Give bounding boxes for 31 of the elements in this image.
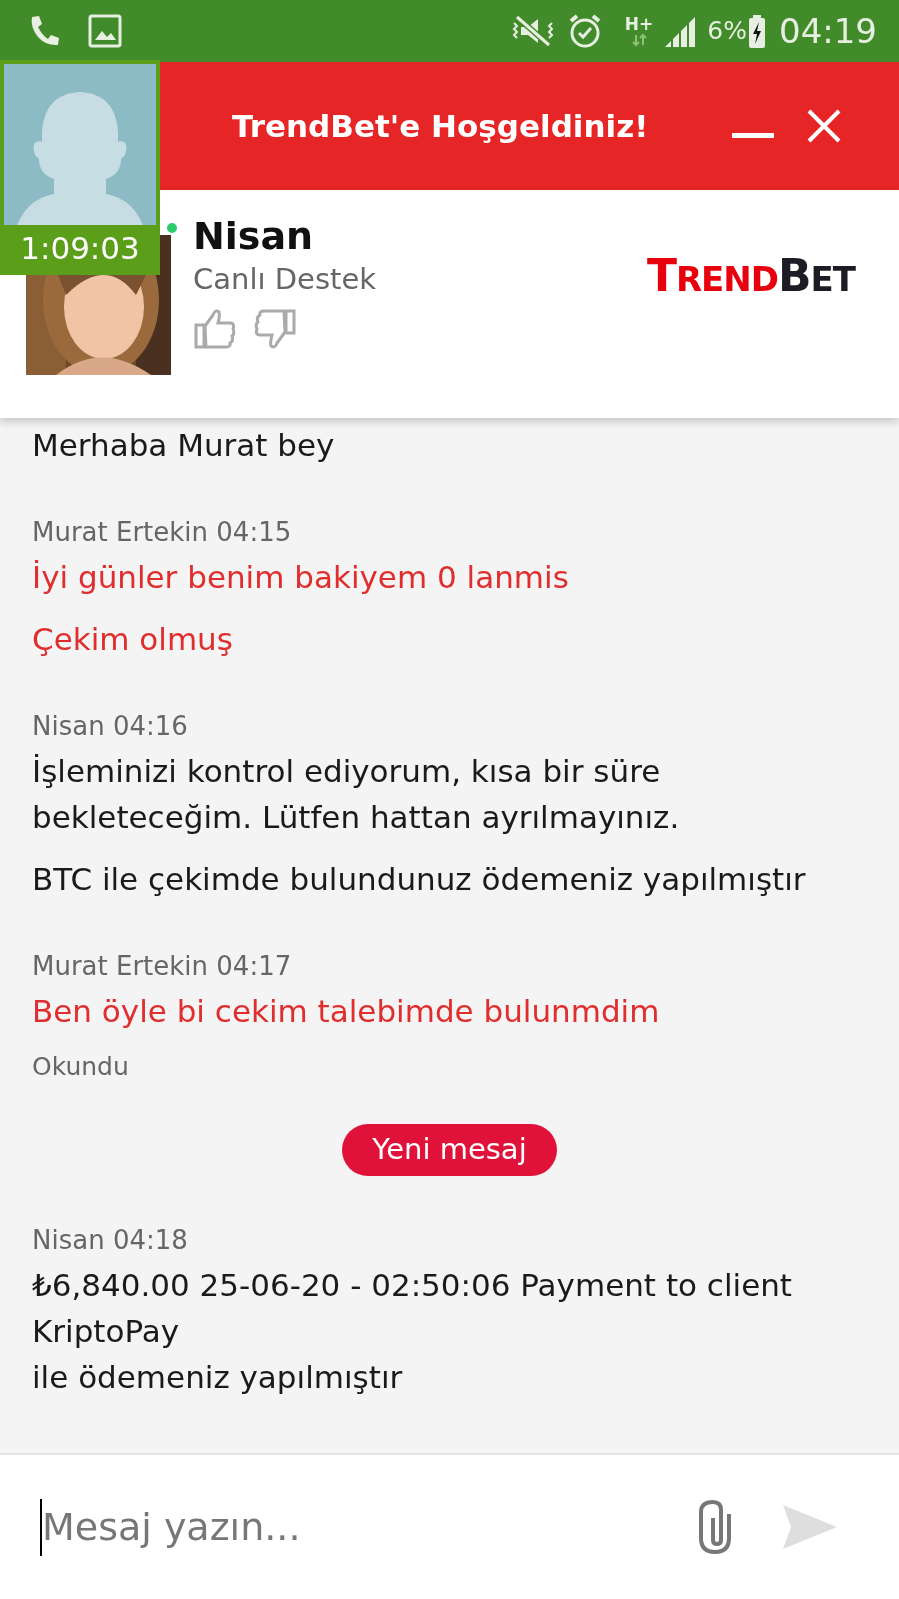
message-meta: Nisan 04:18	[32, 1223, 189, 1257]
message-text: Çekim olmuş	[32, 620, 234, 659]
battery-percent: 6%	[707, 15, 747, 48]
data-arrows-icon	[631, 32, 647, 47]
message-meta: Murat Ertekin 04:17	[32, 950, 293, 983]
message-text: İşleminizi kontrol ediyorum, kısa bir süre bekleteceğim. Lütfen hattan ayrılmayınız.	[32, 752, 681, 837]
message-meta: Murat Ertekin 04:15	[32, 516, 293, 549]
read-status: Okundu	[32, 1051, 130, 1083]
minimize-icon	[732, 133, 775, 138]
close-icon	[806, 108, 843, 144]
chat-title: TrendBet'e Hoşgeldiniz!	[232, 106, 649, 146]
thumbs-up-icon	[193, 307, 237, 352]
message-input[interactable]: Mesaj yazın...	[40, 1498, 679, 1556]
message-text: BTC ile çekimde bulundunuz ödemeniz yapılmıştır	[32, 860, 807, 899]
message-text: Merhaba Murat bey	[32, 426, 336, 465]
agent-name: Nisan	[193, 213, 315, 260]
new-message-button[interactable]: Yeni mesaj	[342, 1124, 557, 1176]
message-text: Ben öyle bi cekim talebimde bulunmdim	[32, 992, 661, 1031]
clock-time: 04:19	[779, 9, 877, 53]
message-meta: Nisan 04:16	[32, 710, 189, 743]
call-timer: 1:09:03	[4, 225, 156, 271]
image-icon	[88, 14, 122, 48]
message-text: İyi günler benim bakiyem 0 lanmis	[32, 558, 570, 597]
battery-charging-icon	[747, 13, 767, 49]
message-text: ₺6,840.00 25-06-20 - 02:50:06 Payment to client KriptoPay ile ödemeniz yapılmıştır	[32, 1265, 793, 1397]
network-type: H+	[624, 15, 654, 33]
brand-logo: TRENDBET	[646, 254, 855, 298]
like-button[interactable]	[193, 307, 237, 352]
video-thumbnail[interactable]: 1:09:03	[0, 60, 160, 275]
agent-role: Canlı Destek	[193, 261, 377, 299]
mute-icon	[510, 13, 555, 49]
